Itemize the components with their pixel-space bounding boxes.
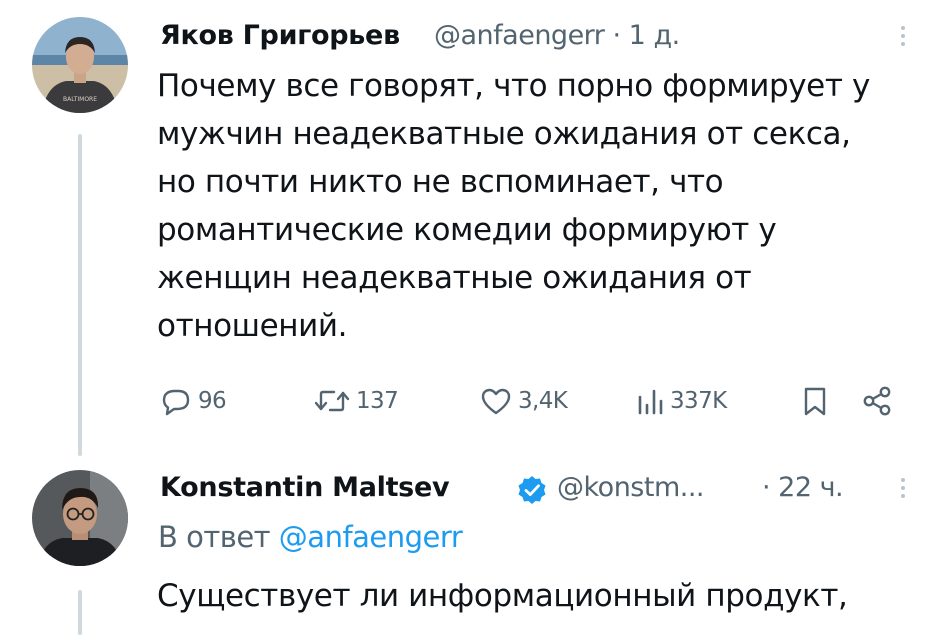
- share-button[interactable]: [860, 383, 896, 419]
- reply-button[interactable]: 96: [158, 383, 227, 419]
- tweet-meta: @anfaengerr · 1 д.: [434, 20, 680, 51]
- more-icon[interactable]: [900, 478, 906, 502]
- bookmark-button[interactable]: [800, 383, 830, 419]
- tweet-text-line: Почему все говорят, что порно формирует …: [157, 68, 870, 104]
- tweet-text-line: но почти никто не вспоминает, что: [157, 164, 724, 200]
- thread-line: [78, 134, 82, 456]
- like-button[interactable]: 3,4K: [478, 383, 568, 419]
- reply-icon: [162, 389, 190, 416]
- like-count: 3,4K: [518, 388, 568, 414]
- author-name[interactable]: Яков Григорьев: [160, 20, 400, 51]
- views-icon: [638, 389, 663, 415]
- bookmark-icon: [804, 387, 826, 416]
- tweet-text: Существует ли информационный продукт,: [157, 572, 848, 620]
- thread-line: [78, 590, 82, 635]
- svg-text:BALTIMORE: BALTIMORE: [63, 96, 97, 103]
- tweet-text-line: женщин неадекватные ожидания от: [157, 260, 752, 296]
- reply-prefix: В ответ: [158, 520, 271, 554]
- author-name[interactable]: Konstantin Maltsev: [160, 472, 450, 503]
- tweet-text-line: Существует ли информационный продукт,: [157, 578, 848, 614]
- reply-count: 96: [198, 388, 227, 414]
- tweet-text: Почему все говорят, что порно формирует …: [157, 62, 870, 350]
- share-icon: [863, 386, 891, 416]
- like-icon: [481, 388, 511, 415]
- tweet-text-line: мужчин неадекватные ожидания от секса,: [157, 116, 851, 152]
- views-button[interactable]: 337K: [634, 383, 727, 419]
- avatar[interactable]: [32, 470, 128, 566]
- tweet-text-line: отношений.: [157, 308, 348, 344]
- author-handle[interactable]: @anfaengerr: [434, 20, 605, 51]
- avatar[interactable]: BALTIMORE: [32, 17, 128, 113]
- author-handle[interactable]: @konstm...: [557, 472, 705, 503]
- retweet-count: 137: [356, 388, 399, 414]
- retweet-button[interactable]: 137: [312, 383, 399, 419]
- reply-to-link[interactable]: @anfaengerr: [279, 520, 463, 554]
- tweet-text-line: романтические комедии формируют у: [157, 212, 777, 248]
- tweet-timestamp[interactable]: · 22 ч.: [762, 472, 844, 503]
- reply-context: В ответ @anfaengerr: [158, 520, 463, 554]
- more-icon[interactable]: [900, 26, 906, 50]
- retweet-icon: [314, 390, 350, 412]
- verified-badge-icon: [516, 474, 548, 510]
- views-count: 337K: [670, 388, 727, 414]
- tweet-timestamp[interactable]: · 1 д.: [613, 20, 681, 51]
